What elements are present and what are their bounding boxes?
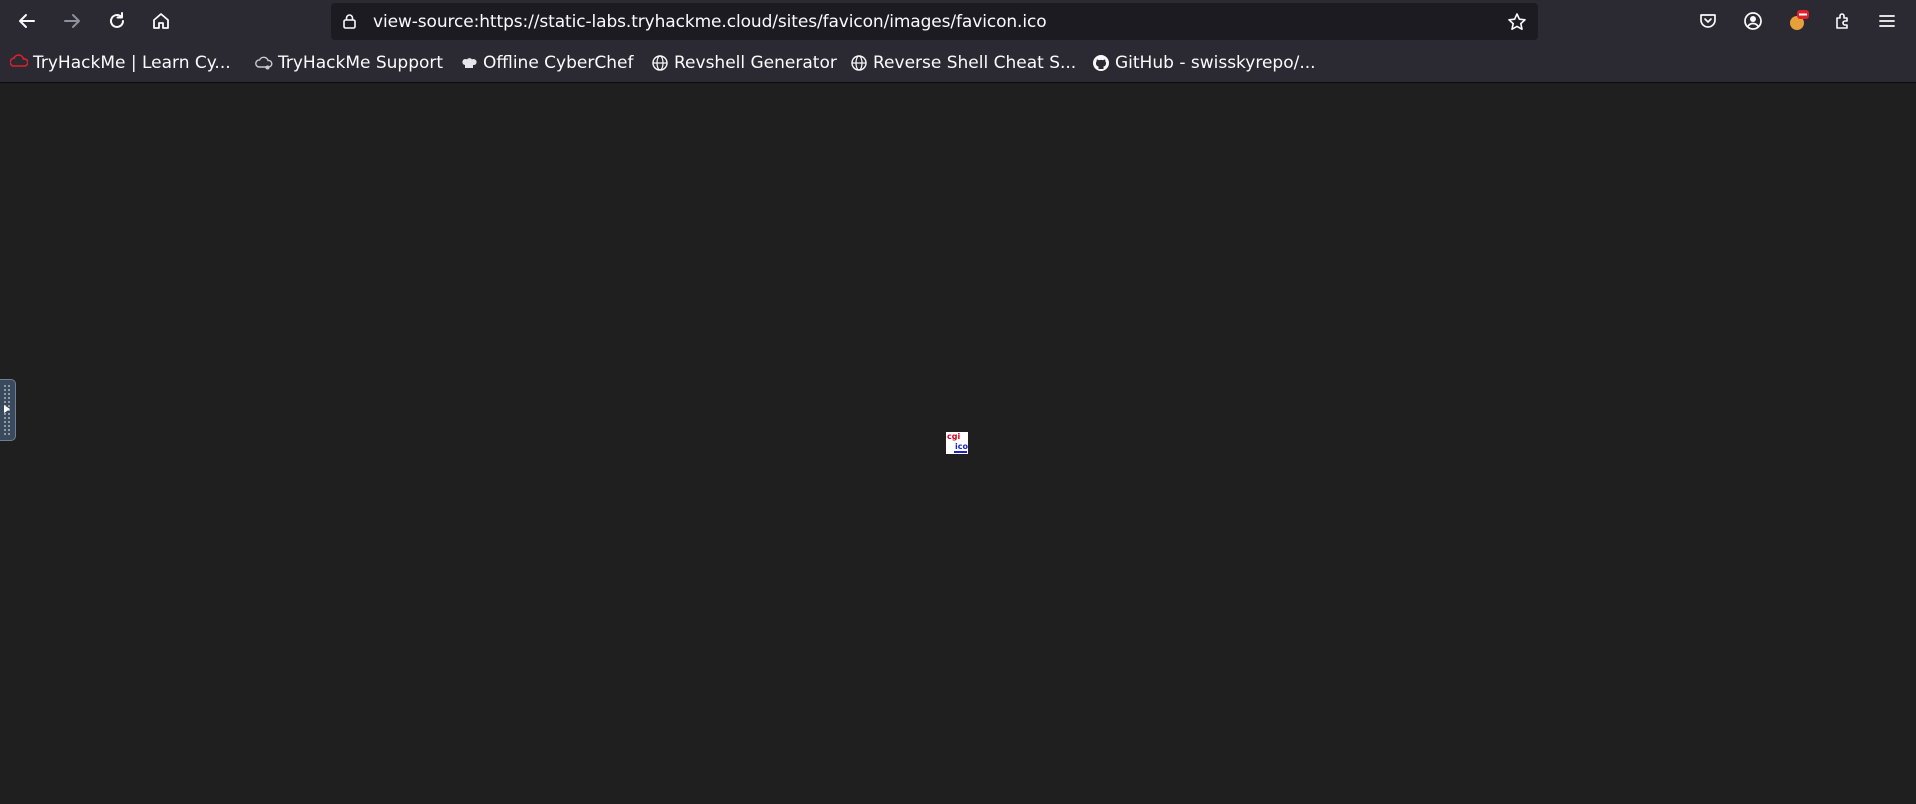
url-text[interactable]: view-source:https://static-labs.tryhackm… — [373, 12, 1047, 32]
bookmark-github-swisskyrepo[interactable]: GitHub - swisskyrepo/... — [1092, 51, 1316, 75]
account-button[interactable] — [1737, 6, 1769, 36]
pocket-icon — [1700, 14, 1716, 28]
globe-icon — [651, 54, 669, 72]
home-icon — [153, 13, 169, 29]
bookmark-revshell-generator[interactable]: Revshell Generator — [651, 51, 837, 75]
globe-icon — [850, 54, 868, 72]
bookmark-label: GitHub - swisskyrepo/... — [1115, 53, 1316, 73]
browser-toolbar: view-source:https://static-labs.tryhackm… — [0, 0, 1916, 43]
bookmark-reverse-shell-cheat-sheet[interactable]: Reverse Shell Cheat S... — [850, 51, 1076, 75]
menu-icon — [1879, 15, 1895, 27]
back-icon — [19, 14, 35, 28]
reload-icon — [110, 12, 124, 28]
expand-arrow-icon — [4, 405, 10, 413]
url-bar[interactable]: view-source:https://static-labs.tryhackm… — [331, 3, 1538, 40]
menu-button[interactable] — [1871, 6, 1903, 36]
forward-icon — [64, 14, 80, 28]
favicon-text-top: cgi — [947, 432, 961, 441]
side-panel-handle[interactable] — [0, 379, 16, 441]
lock-icon[interactable] — [341, 13, 358, 30]
home-button[interactable] — [145, 6, 177, 36]
pocket-button[interactable] — [1692, 6, 1724, 36]
extension-badge-icon — [1790, 10, 1809, 30]
bookmark-tryhackme[interactable]: TryHackMe | Learn Cy... — [10, 51, 231, 75]
account-icon — [1744, 12, 1762, 30]
github-icon — [1092, 54, 1110, 72]
bookmark-tryhackme-support[interactable]: TryHackMe Support — [255, 51, 443, 75]
extensions-icon — [1836, 13, 1848, 29]
favicon-image: cgi ico — [946, 432, 968, 454]
cloud-icon — [255, 54, 273, 72]
favicon-text-bottom: ico — [955, 442, 968, 451]
bookmark-label: Reverse Shell Cheat S... — [873, 53, 1077, 73]
extension-badge-button[interactable] — [1782, 6, 1814, 36]
bookmark-label: TryHackMe Support — [278, 53, 444, 73]
page-content: cgi ico — [0, 84, 1916, 804]
bookmark-label: TryHackMe | Learn Cy... — [33, 53, 231, 73]
bookmarks-toolbar: TryHackMe | Learn Cy... TryHackMe Suppor… — [0, 43, 1916, 83]
bookmark-label: Revshell Generator — [674, 53, 837, 73]
extensions-button[interactable] — [1827, 6, 1859, 36]
chef-hat-icon — [460, 54, 478, 72]
reload-button[interactable] — [101, 6, 133, 36]
star-icon[interactable] — [1507, 12, 1527, 32]
tryhackme-icon — [10, 54, 28, 72]
back-button[interactable] — [11, 6, 43, 36]
bookmark-offline-cyberchef[interactable]: Offline CyberChef — [460, 51, 633, 75]
bookmark-label: Offline CyberChef — [483, 53, 634, 73]
forward-button[interactable] — [56, 6, 88, 36]
